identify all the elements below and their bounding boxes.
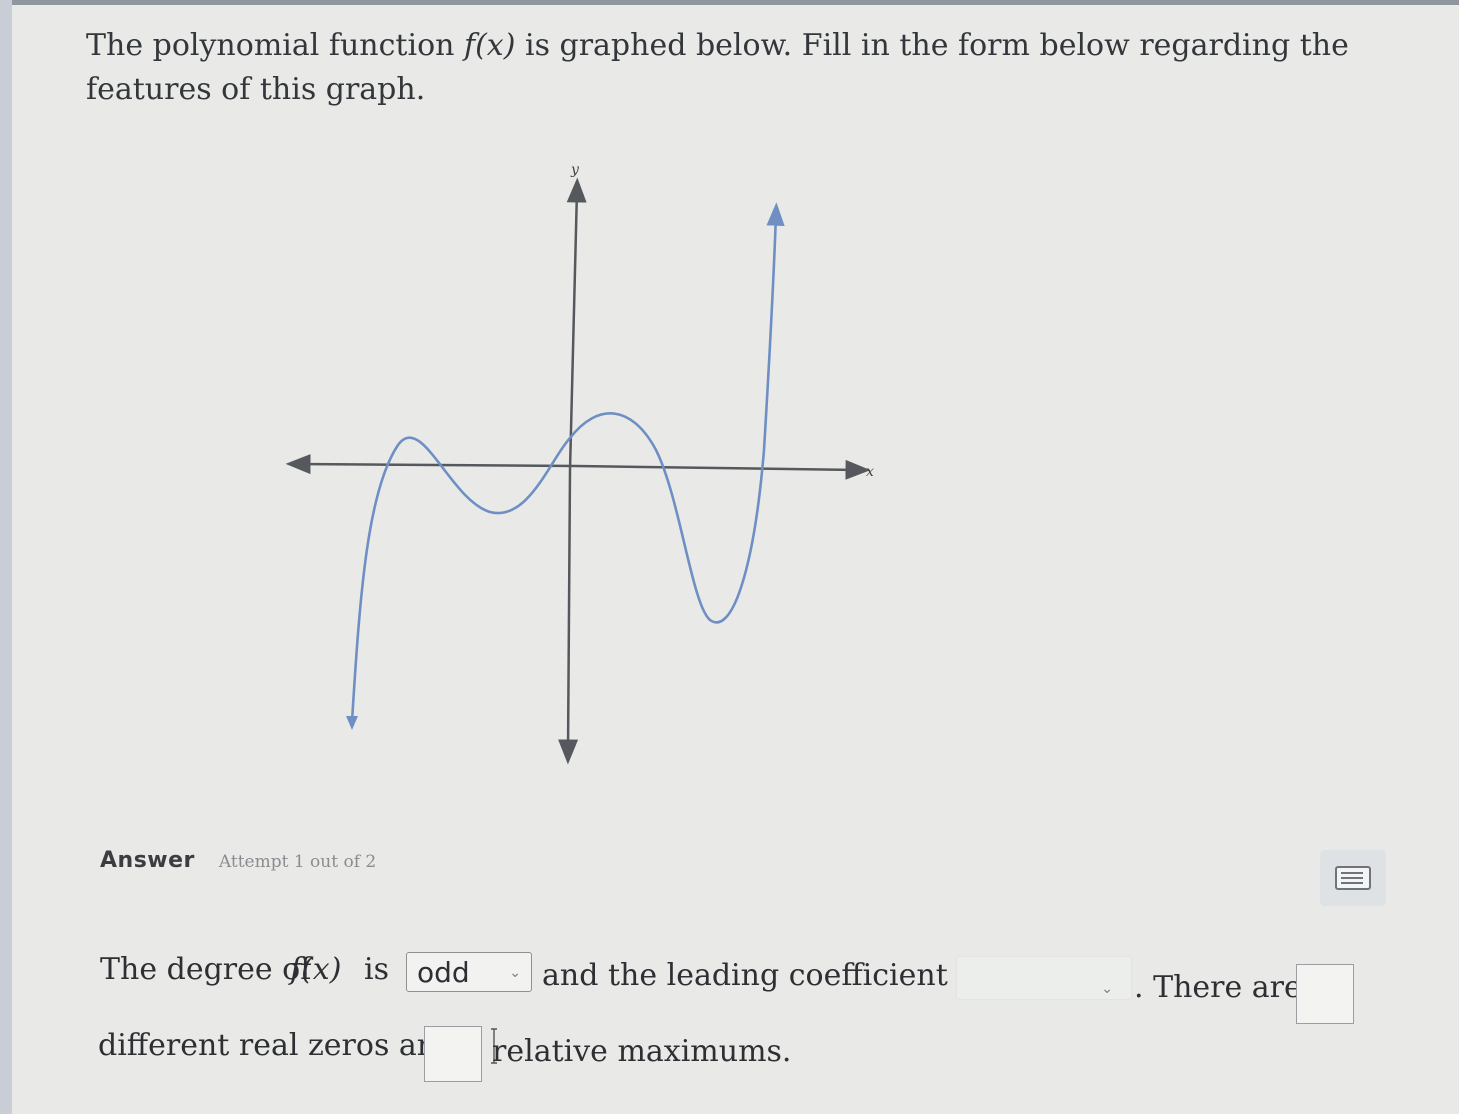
max-count-input[interactable] [424, 1026, 482, 1082]
sentence-text-4: . There are [1134, 970, 1302, 1005]
top-border [0, 0, 1459, 5]
polynomial-graph: x y [285, 162, 874, 765]
left-sidebar-strip [0, 0, 12, 1114]
y-axis [566, 177, 587, 471]
answer-label: Answer [100, 848, 195, 873]
prompt-text-1: The polynomial function [86, 28, 464, 63]
sentence-function: f(x) [290, 952, 342, 987]
x-axis [285, 454, 577, 475]
sentence-text-3: and the leading coefficient is [542, 958, 983, 993]
sentence-text-1: The degree of [100, 952, 312, 987]
question-prompt: The polynomial function f(x) is graphed … [86, 24, 1416, 112]
attempt-counter: Attempt 1 out of 2 [218, 852, 377, 872]
prompt-function: f(x) [464, 28, 516, 63]
y-axis-label: y [570, 162, 580, 178]
leading-coefficient-select[interactable]: ⌄ [956, 956, 1132, 1000]
sentence-text-5: different real zeros and [98, 1028, 456, 1063]
answer-header: Answer Attempt 1 out of 2 [100, 848, 376, 884]
y-axis-bottom [558, 469, 579, 765]
x-axis-right [575, 459, 871, 480]
degree-select-value: odd [417, 956, 470, 989]
chevron-down-icon: ⌄ [1101, 981, 1113, 997]
sentence-text-2: is [364, 952, 389, 987]
degree-select[interactable]: odd ⌄ [406, 952, 532, 992]
keyboard-button[interactable] [1320, 850, 1386, 906]
sentence-text-6: relative maximums. [492, 1034, 792, 1069]
chevron-down-icon: ⌄ [509, 965, 521, 981]
keyboard-icon [1335, 866, 1371, 890]
curve-left-arrow [346, 716, 358, 730]
zeros-count-input[interactable] [1296, 964, 1354, 1024]
x-axis-label: x [866, 464, 874, 480]
